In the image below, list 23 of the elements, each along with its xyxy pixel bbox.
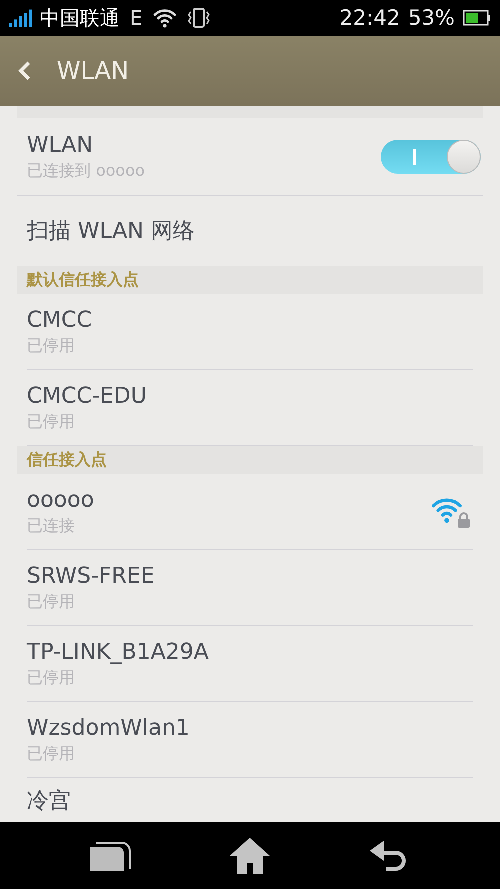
- wlan-label: WLAN: [27, 132, 94, 160]
- signal-icon: [9, 9, 35, 27]
- clock-time: 22:42: [340, 8, 400, 28]
- section-header: 信任接入点: [17, 446, 483, 474]
- scan-networks-item[interactable]: 扫描 WLAN 网络: [27, 214, 196, 248]
- network-name[interactable]: CMCC-EDU: [27, 382, 473, 410]
- network-name[interactable]: SRWS-FREE: [27, 562, 473, 590]
- battery-percent: 53%: [408, 8, 455, 28]
- network-name[interactable]: WzsdomWlan1: [27, 714, 473, 742]
- battery-icon: [463, 10, 491, 26]
- network-name[interactable]: 冷宫: [27, 788, 473, 816]
- wlan-toggle[interactable]: [381, 140, 481, 174]
- home-icon[interactable]: [228, 836, 271, 874]
- section-header: 默认信任接入点: [17, 266, 483, 294]
- network-type: E: [130, 8, 143, 28]
- network-row[interactable]: 冷宫: [27, 778, 473, 822]
- carrier-name: 中国联通: [40, 8, 120, 28]
- network-name[interactable]: ooooo: [27, 486, 431, 514]
- vibrate-icon: [186, 7, 211, 29]
- wifi-icon: [152, 8, 177, 28]
- page-title: WLAN: [57, 56, 130, 87]
- network-name[interactable]: TP-LINK_B1A29A: [27, 638, 473, 666]
- network-name[interactable]: CMCC: [27, 306, 473, 334]
